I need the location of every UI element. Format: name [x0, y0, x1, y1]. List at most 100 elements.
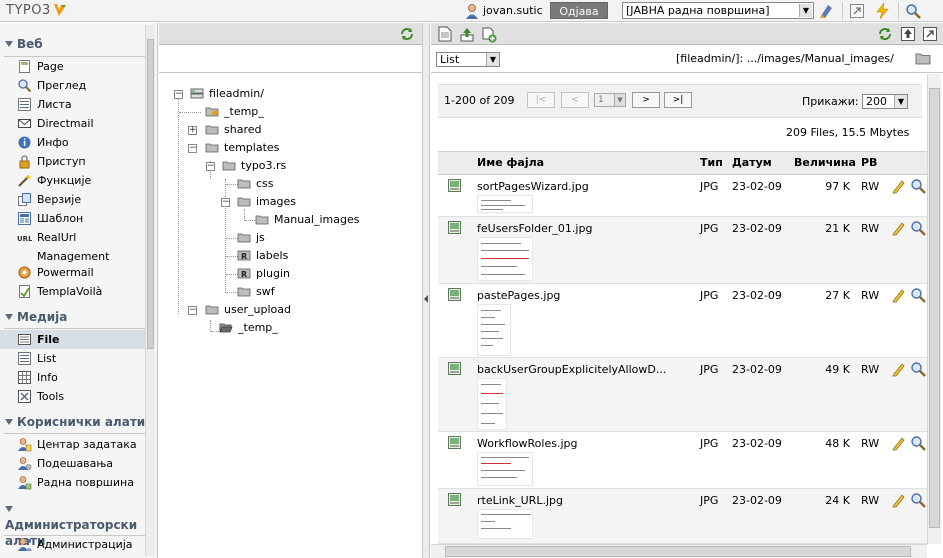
- scrollbar-thumb[interactable]: [445, 546, 911, 557]
- file-name-link[interactable]: feUsersFolder_01.jpg: [477, 222, 592, 235]
- first-page-button[interactable]: |<: [527, 92, 555, 108]
- menu-group-web[interactable]: Веб: [0, 37, 146, 51]
- column-header-rights[interactable]: РВ: [861, 156, 877, 169]
- file-name-link[interactable]: WorkflowRoles.jpg: [477, 437, 577, 450]
- previous-page-button[interactable]: <: [561, 92, 589, 108]
- menu-item-view[interactable]: Преглед: [0, 76, 146, 95]
- menu-item-tools[interactable]: Tools: [0, 387, 146, 406]
- info-magnifier-icon[interactable]: [910, 220, 926, 236]
- info-magnifier-icon[interactable]: [910, 287, 926, 303]
- file-row[interactable]: WorkflowRoles.jpg JPG 23-02-09 48 K RW: [438, 432, 927, 489]
- pane-splitter[interactable]: [422, 23, 430, 558]
- tree-node[interactable]: Rplugin: [237, 265, 290, 283]
- menu-item-realurl[interactable]: URL RealUrl Management: [0, 228, 146, 266]
- menu-item-media-list[interactable]: List: [0, 349, 146, 368]
- refresh-icon[interactable]: [399, 26, 415, 42]
- workspace-paint-icon[interactable]: [818, 2, 836, 20]
- menu-item-list[interactable]: Листа: [0, 95, 146, 114]
- scrollbar-thumb[interactable]: [929, 88, 940, 528]
- column-header-type[interactable]: Тип: [700, 156, 723, 169]
- collapse-toggle[interactable]: −: [174, 90, 183, 99]
- tree-node[interactable]: images: [237, 193, 296, 211]
- upload-icon[interactable]: [459, 26, 475, 42]
- view-mode-select[interactable]: List ▼: [436, 52, 500, 67]
- info-magnifier-icon[interactable]: [910, 435, 926, 451]
- column-header-name[interactable]: Име фајла: [477, 156, 544, 169]
- edit-pencil-icon[interactable]: [891, 492, 907, 508]
- tree-node[interactable]: templates: [205, 139, 279, 157]
- new-file-icon[interactable]: [481, 27, 497, 43]
- menu-item-user-settings[interactable]: Подешавања: [0, 454, 146, 473]
- show-count-select[interactable]: 200 ▼: [862, 94, 908, 109]
- edit-pencil-icon[interactable]: [891, 287, 907, 303]
- open-in-window-icon[interactable]: [922, 26, 938, 42]
- file-thumbnail[interactable]: [477, 378, 507, 430]
- module-menu-scrollbar[interactable]: [145, 25, 155, 556]
- refresh-icon[interactable]: [877, 26, 893, 42]
- menu-item-media-info[interactable]: Info: [0, 368, 146, 387]
- file-list-horizontal-scrollbar[interactable]: [431, 544, 927, 558]
- edit-pencil-icon[interactable]: [891, 178, 907, 194]
- menu-item-file[interactable]: File: [0, 330, 146, 349]
- collapse-toggle[interactable]: −: [221, 198, 230, 207]
- file-thumbnail[interactable]: [477, 195, 533, 213]
- folder-up-icon[interactable]: [900, 26, 916, 42]
- file-name-link[interactable]: backUserGroupExplicitelyAllowD...: [477, 363, 666, 376]
- open-new-window-icon[interactable]: [848, 2, 866, 20]
- file-row[interactable]: sortPagesWizard.jpg JPG 23-02-09 97 K RW: [438, 175, 927, 217]
- logout-button[interactable]: Одјава: [550, 2, 608, 19]
- menu-item-powermail[interactable]: Powermail: [0, 263, 146, 282]
- file-thumbnail[interactable]: [477, 304, 511, 356]
- next-page-button[interactable]: >: [632, 92, 660, 108]
- file-row[interactable]: backUserGroupExplicitelyAllowD... JPG 23…: [438, 358, 927, 432]
- menu-group-user-tools[interactable]: Кориснички алати: [0, 415, 146, 429]
- collapse-left-arrow-icon[interactable]: [423, 295, 429, 303]
- collapse-toggle[interactable]: −: [188, 306, 197, 315]
- file-row[interactable]: rteLink_URL.jpg JPG 23-02-09 24 K RW: [438, 489, 927, 544]
- collapse-toggle[interactable]: −: [188, 144, 197, 153]
- info-magnifier-icon[interactable]: [910, 492, 926, 508]
- tree-node[interactable]: Manual_images: [255, 211, 359, 229]
- tree-node[interactable]: swf: [237, 283, 275, 301]
- tree-node[interactable]: js: [237, 229, 265, 247]
- tree-node[interactable]: _temp_: [219, 319, 278, 337]
- file-list-vertical-scrollbar[interactable]: [927, 74, 941, 544]
- scrollbar-thumb[interactable]: [147, 39, 154, 349]
- menu-item-template[interactable]: Шаблон: [0, 209, 146, 228]
- column-header-size[interactable]: Величина: [794, 156, 856, 169]
- menu-item-workspace[interactable]: Радна површина: [0, 473, 146, 492]
- tree-node[interactable]: typo3.rs: [222, 157, 286, 175]
- search-icon[interactable]: [904, 2, 922, 20]
- workspace-select[interactable]: [ЈАВНА радна површина] ▼: [622, 2, 814, 19]
- file-thumbnail[interactable]: [477, 509, 533, 539]
- edit-pencil-icon[interactable]: [891, 220, 907, 236]
- tree-node[interactable]: fileadmin/: [190, 85, 264, 103]
- tree-node[interactable]: _temp_: [205, 103, 264, 121]
- menu-group-media[interactable]: Медија: [0, 310, 146, 324]
- file-row[interactable]: feUsersFolder_01.jpg JPG 23-02-09 21 K R…: [438, 217, 927, 284]
- menu-item-info[interactable]: Инфо: [0, 133, 146, 152]
- tree-node[interactable]: user_upload: [205, 301, 291, 319]
- info-magnifier-icon[interactable]: [910, 178, 926, 194]
- last-page-button[interactable]: >|: [664, 92, 692, 108]
- file-name-link[interactable]: pastePages.jpg: [477, 289, 560, 302]
- menu-item-administration[interactable]: Администрација: [0, 535, 146, 554]
- edit-pencil-icon[interactable]: [891, 361, 907, 377]
- file-name-link[interactable]: rteLink_URL.jpg: [477, 494, 563, 507]
- edit-pencil-icon[interactable]: [891, 435, 907, 451]
- menu-item-page[interactable]: Page: [0, 57, 146, 76]
- expand-toggle[interactable]: +: [188, 126, 197, 135]
- collapse-toggle[interactable]: −: [206, 162, 215, 171]
- tree-node[interactable]: css: [237, 175, 274, 193]
- file-thumbnail[interactable]: [477, 237, 533, 281]
- file-row[interactable]: pastePages.jpg JPG 23-02-09 27 K RW: [438, 284, 927, 358]
- menu-item-directmail[interactable]: Directmail: [0, 114, 146, 133]
- info-magnifier-icon[interactable]: [910, 361, 926, 377]
- file-thumbnail[interactable]: [477, 452, 533, 486]
- column-header-date[interactable]: Датум: [732, 156, 772, 169]
- page-number-select[interactable]: 1 ▼: [594, 93, 626, 107]
- file-icon[interactable]: [437, 26, 453, 42]
- clear-cache-lightning-icon[interactable]: [874, 2, 892, 20]
- menu-item-functions[interactable]: Функције: [0, 171, 146, 190]
- file-name-link[interactable]: sortPagesWizard.jpg: [477, 180, 589, 193]
